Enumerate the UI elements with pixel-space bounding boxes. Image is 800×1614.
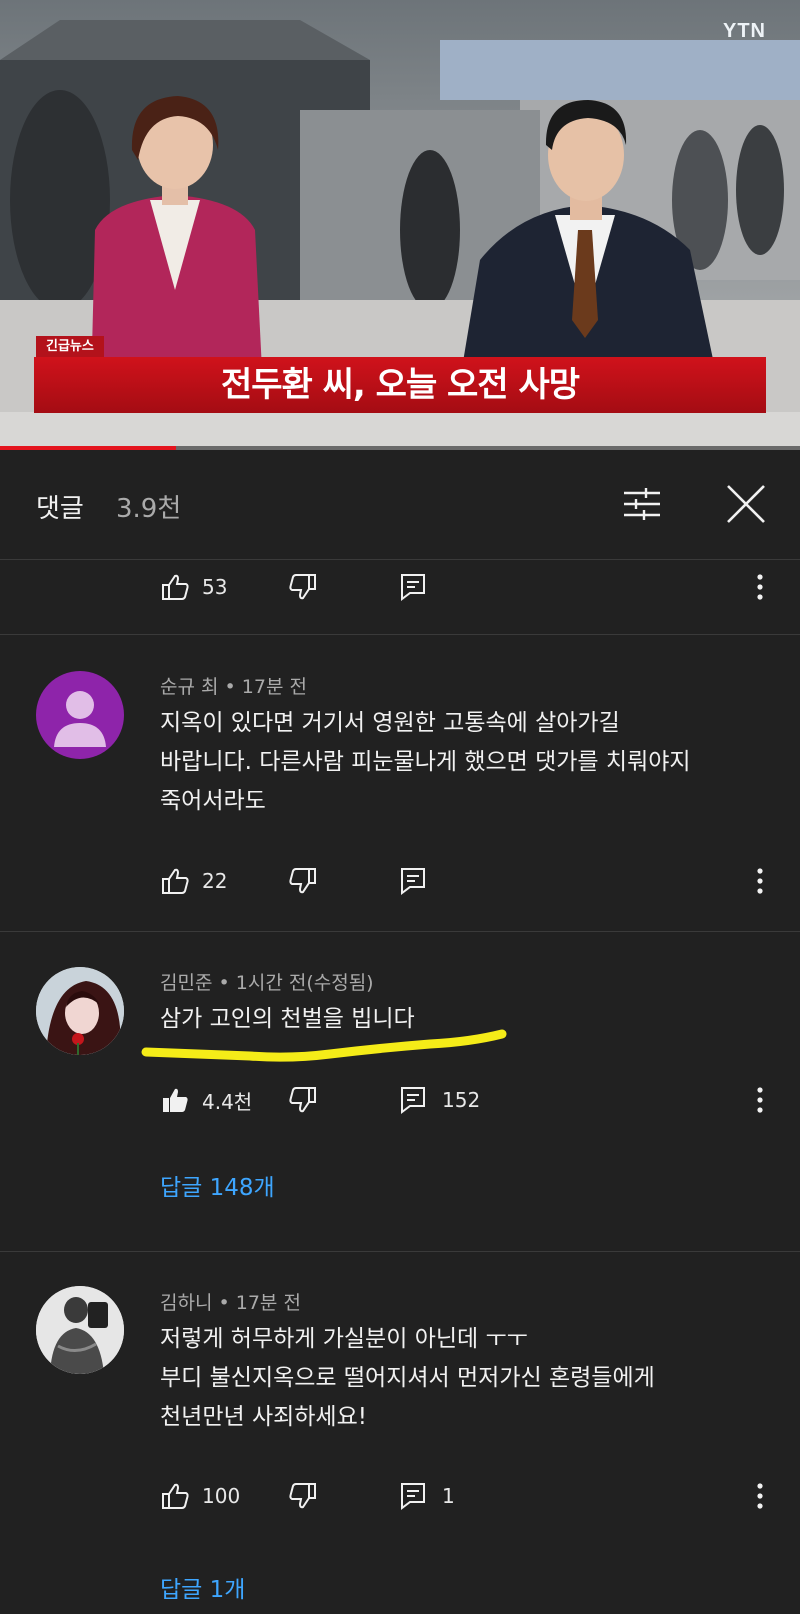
reply-button[interactable]: 1	[400, 1482, 455, 1510]
comment-author[interactable]: 김민준	[160, 972, 212, 994]
comments-count: 3.9천	[116, 494, 182, 524]
profile-photo-icon	[36, 1286, 124, 1374]
more-options-button[interactable]	[745, 571, 775, 603]
comment-meta: 김하니 • 17분 전	[160, 1292, 301, 1314]
comment-partial: 53	[0, 560, 800, 635]
comment-item: 김하니 • 17분 전 저렇게 허무하게 가실분이 아닌데 ㅜㅜ 부디 불신지옥…	[0, 1252, 800, 1614]
yellow-underline-annotation	[141, 1029, 507, 1062]
like-button[interactable]: 22	[160, 867, 227, 895]
reply-icon	[401, 574, 425, 601]
comment-author[interactable]: 김하니	[160, 1292, 212, 1314]
view-replies-link[interactable]: 답글 1개	[160, 1570, 245, 1604]
reply-count: 1	[442, 1484, 455, 1508]
dislike-button[interactable]	[288, 867, 318, 895]
comment-author[interactable]: 순규 최	[160, 676, 218, 698]
thumbs-up-icon	[162, 1483, 189, 1509]
ytn-logo: YTN	[723, 20, 766, 42]
reply-count: 152	[442, 1088, 481, 1112]
dislike-button[interactable]	[288, 1482, 318, 1510]
comment-line: 부디 불신지옥으로 떨어지셔서 먼저가신 혼령들에게	[160, 1365, 655, 1391]
reply-button[interactable]	[400, 867, 426, 895]
default-avatar-icon	[54, 691, 106, 747]
reply-icon	[401, 868, 425, 895]
comment-line: 천년만년 사죄하세요!	[160, 1404, 367, 1430]
thumbs-down-icon	[289, 1087, 316, 1113]
thumbs-down-icon	[289, 1483, 316, 1509]
comment-actions: 100 1	[0, 1474, 800, 1518]
profile-photo-icon	[36, 967, 124, 1055]
more-options-button[interactable]	[745, 1480, 775, 1512]
like-count: 53	[202, 575, 228, 599]
news-headline: 전두환 씨, 오늘 오전 사망	[34, 357, 766, 413]
close-icon	[727, 485, 765, 523]
like-count: 100	[202, 1484, 241, 1508]
more-options-button[interactable]	[745, 1084, 775, 1116]
more-vertical-icon	[757, 1087, 763, 1113]
more-options-button[interactable]	[745, 865, 775, 897]
reply-button[interactable]: 152	[400, 1086, 480, 1114]
comment-actions: 4.4천 152	[0, 1078, 800, 1122]
avatar[interactable]	[36, 671, 124, 759]
more-vertical-icon	[757, 574, 763, 600]
video-player[interactable]: YTN 긴급뉴스 전두환 씨, 오늘 오전 사망	[0, 0, 800, 450]
comment-time: 17분 전	[235, 1292, 301, 1314]
avatar[interactable]	[36, 1286, 124, 1374]
like-button-active[interactable]: 4.4천	[160, 1086, 252, 1114]
comment-meta: 김민준 • 1시간 전(수정됨)	[160, 972, 374, 994]
comment-actions: 22	[0, 859, 800, 903]
comment-line: 지옥이 있다면 거기서 영원한 고통속에 살아가길	[160, 710, 620, 736]
comments-title: 댓글	[36, 494, 84, 524]
more-vertical-icon	[757, 1483, 763, 1509]
like-count: 22	[202, 869, 228, 893]
thumbs-up-filled-icon	[163, 1088, 188, 1112]
comment-line: 바랍니다. 다른사람 피눈물나게 했으면 댓가를 치뤄야지	[160, 749, 691, 775]
comment-meta: 순규 최 • 17분 전	[160, 676, 307, 698]
comment-line: 죽어서라도	[160, 788, 266, 814]
like-count: 4.4천	[202, 1089, 253, 1114]
reply-icon	[401, 1483, 425, 1510]
more-vertical-icon	[757, 868, 763, 894]
comment-actions: 53	[0, 565, 800, 609]
close-comments-button[interactable]	[722, 480, 770, 528]
reply-button[interactable]	[400, 573, 426, 601]
comments-header: 댓글 3.9천	[0, 450, 800, 560]
comment-time: 1시간 전(수정됨)	[235, 972, 374, 994]
reply-icon	[401, 1087, 425, 1114]
thumbs-down-icon	[289, 574, 316, 600]
sort-filter-button[interactable]	[618, 480, 666, 528]
comment-text: 지옥이 있다면 거기서 영원한 고통속에 살아가길 바랍니다. 다른사람 피눈물…	[160, 704, 760, 821]
comment-line: 저렇게 허무하게 가실분이 아닌데 ㅜㅜ	[160, 1326, 528, 1352]
comment-item: 김민준 • 1시간 전(수정됨) 삼가 고인의 천벌을 빕니다 4.4천 152…	[0, 932, 800, 1252]
thumbs-down-icon	[289, 868, 316, 894]
view-replies-link[interactable]: 답글 148개	[160, 1168, 275, 1202]
comment-text: 저렇게 허무하게 가실분이 아닌데 ㅜㅜ 부디 불신지옥으로 떨어지셔서 먼저가…	[160, 1320, 760, 1437]
dislike-button[interactable]	[288, 573, 318, 601]
like-button[interactable]: 100	[160, 1482, 240, 1510]
comment-item: 순규 최 • 17분 전 지옥이 있다면 거기서 영원한 고통속에 살아가길 바…	[0, 635, 800, 932]
avatar[interactable]	[36, 967, 124, 1055]
thumbs-up-icon	[162, 868, 189, 894]
breaking-news-tag: 긴급뉴스	[36, 336, 104, 358]
sliders-icon	[624, 488, 660, 520]
thumbs-up-icon	[162, 574, 189, 600]
like-button[interactable]: 53	[160, 573, 227, 601]
dislike-button[interactable]	[288, 1086, 318, 1114]
comment-time: 17분 전	[241, 676, 307, 698]
